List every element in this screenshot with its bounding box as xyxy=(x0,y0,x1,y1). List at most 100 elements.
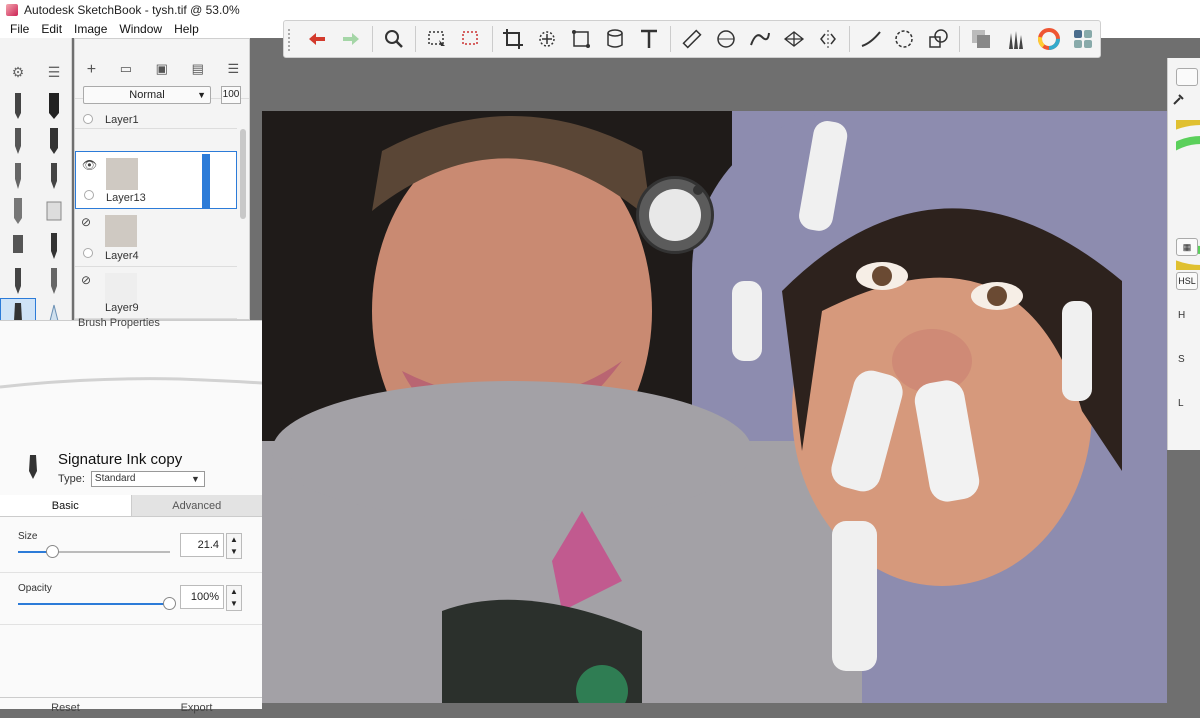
size-slider-thumb[interactable] xyxy=(46,545,59,558)
layer-item-selected[interactable]: 👁 Layer13 xyxy=(75,151,237,209)
menu-image[interactable]: Image xyxy=(68,22,113,36)
color-wheel-icon[interactable] xyxy=(1032,24,1066,54)
menu-file[interactable]: File xyxy=(4,22,35,36)
airbrush-brush[interactable] xyxy=(36,158,72,193)
redo-icon[interactable] xyxy=(334,24,368,54)
size-value-field[interactable]: 21.4 xyxy=(180,533,224,557)
layer-select-radio[interactable] xyxy=(83,248,93,258)
menu-window[interactable]: Window xyxy=(113,22,168,36)
add-group-icon[interactable]: ▭ xyxy=(120,61,132,79)
layer-item[interactable]: ⊘ Layer4 xyxy=(75,209,237,267)
smudge-brush[interactable] xyxy=(0,193,36,228)
toolbar-divider xyxy=(491,26,493,52)
opacity-stepper[interactable]: ▲ ▼ xyxy=(226,585,242,611)
brush-footer: Reset Export xyxy=(0,697,262,717)
opacity-label: Opacity xyxy=(18,583,52,594)
opacity-property: Opacity 100% ▲ ▼ xyxy=(0,573,262,625)
toolbar-divider xyxy=(414,26,416,52)
eye-hidden-icon[interactable]: ⊘ xyxy=(81,273,91,287)
lightness-label: L xyxy=(1178,398,1184,409)
layers-header: + ▭ ▣ ▤ ☰ Normal ▼ 100 xyxy=(75,39,249,104)
tab-basic[interactable]: Basic xyxy=(0,495,132,516)
layer-name: Layer13 xyxy=(106,192,146,204)
eye-icon[interactable]: 👁 xyxy=(82,158,97,172)
panels-icon[interactable] xyxy=(1066,24,1100,54)
line-icon[interactable] xyxy=(854,24,888,54)
shape-icon[interactable] xyxy=(921,24,955,54)
panel-title: Brush Properties xyxy=(78,317,160,329)
brush-library-icon[interactable] xyxy=(998,24,1032,54)
brush-tabs: Basic Advanced xyxy=(0,495,262,517)
chisel-brush[interactable] xyxy=(0,228,36,263)
color-swatch-icon[interactable]: ▦ xyxy=(1176,238,1198,256)
ink-pen-brush[interactable] xyxy=(0,123,36,158)
add-layer-icon[interactable]: + xyxy=(87,61,96,79)
export-button[interactable]: Export xyxy=(131,698,262,717)
layers-scrollbar[interactable] xyxy=(240,129,246,219)
ellipse-guide-icon[interactable] xyxy=(709,24,743,54)
layer-name: Layer1 xyxy=(105,114,139,126)
zoom-rotate-puck[interactable] xyxy=(636,176,714,254)
symmetry-icon[interactable] xyxy=(811,24,845,54)
opacity-slider-fill xyxy=(18,603,170,605)
distort-icon[interactable] xyxy=(564,24,598,54)
layer-select-radio[interactable] xyxy=(83,114,93,124)
ruler-icon[interactable] xyxy=(675,24,709,54)
size-slider[interactable] xyxy=(18,545,170,558)
transform-icon[interactable] xyxy=(530,24,564,54)
eye-hidden-icon[interactable]: ⊘ xyxy=(81,215,91,229)
layer-select-radio[interactable] xyxy=(84,190,94,200)
menu-help[interactable]: Help xyxy=(168,22,205,36)
toolbar-divider xyxy=(848,26,850,52)
size-stepper[interactable]: ▲ ▼ xyxy=(226,533,242,559)
brush-properties-panel: Brush Properties Signature Ink copy Type… xyxy=(0,317,262,714)
sketchbook-app-icon xyxy=(6,4,18,16)
toolbar-divider xyxy=(371,26,373,52)
layer-item[interactable]: Layer1 xyxy=(75,99,237,129)
brush-settings-icon[interactable]: ⚙ xyxy=(12,64,25,81)
select-lasso-icon[interactable] xyxy=(454,24,488,54)
tab-advanced[interactable]: Advanced xyxy=(131,495,262,516)
felt-tip-brush[interactable] xyxy=(36,123,72,158)
color-panel-toggle[interactable] xyxy=(1176,68,1198,86)
window-title: Autodesk SketchBook - tysh.tif @ 53.0% xyxy=(24,3,240,17)
eraser-brush[interactable] xyxy=(36,193,72,228)
text-icon[interactable] xyxy=(632,24,666,54)
add-image-icon[interactable]: ▣ xyxy=(156,61,168,79)
toolbar-grip[interactable] xyxy=(288,29,294,51)
fill-icon[interactable] xyxy=(598,24,632,54)
pencil-brush[interactable] xyxy=(0,88,36,123)
pen-brush[interactable] xyxy=(0,263,36,298)
layer-trash-icon[interactable]: ▤ xyxy=(192,61,204,79)
menu-edit[interactable]: Edit xyxy=(35,22,68,36)
hsl-mode-button[interactable]: HSL xyxy=(1176,272,1198,290)
ellipse-icon[interactable] xyxy=(888,24,922,54)
layer-name: Layer4 xyxy=(105,250,139,262)
eyedropper-icon[interactable] xyxy=(1172,92,1186,106)
fine-liner-brush[interactable] xyxy=(36,228,72,263)
paintbrush-brush[interactable] xyxy=(0,158,36,193)
undo-icon[interactable] xyxy=(300,24,334,54)
puck-handle[interactable] xyxy=(693,185,703,195)
opacity-slider-thumb[interactable] xyxy=(163,597,176,610)
brush-name: Signature Ink copy xyxy=(58,451,183,468)
drawing-canvas[interactable] xyxy=(262,111,1167,703)
layer-menu-icon[interactable]: ☰ xyxy=(227,61,239,79)
opacity-slider[interactable] xyxy=(18,597,176,610)
brush-list-icon[interactable]: ☰ xyxy=(48,64,61,81)
layer-item[interactable]: ⊘ Layer9 xyxy=(75,267,237,319)
perspective-icon[interactable] xyxy=(777,24,811,54)
marker-brush[interactable] xyxy=(36,88,72,123)
technical-pen-brush[interactable] xyxy=(36,263,72,298)
zoom-icon[interactable] xyxy=(377,24,411,54)
layer-editor-icon[interactable] xyxy=(964,24,998,54)
puck-center[interactable] xyxy=(649,189,701,241)
brush-type-select[interactable]: Standard ▼ xyxy=(90,471,205,487)
select-rect-icon[interactable] xyxy=(420,24,454,54)
layer-opacity-bar[interactable] xyxy=(202,154,210,208)
reset-button[interactable]: Reset xyxy=(0,698,131,717)
french-curve-icon[interactable] xyxy=(743,24,777,54)
opacity-value-field[interactable]: 100% xyxy=(180,585,224,609)
hue-label: H xyxy=(1178,310,1186,321)
crop-icon[interactable] xyxy=(497,24,531,54)
